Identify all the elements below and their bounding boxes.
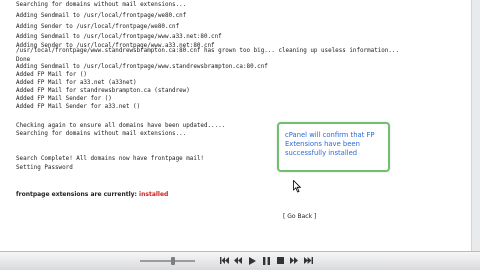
console-output: Searching for domains without mail exten…: [0, 0, 472, 252]
log-line: Checking again to ensure all domains hav…: [16, 123, 226, 129]
status-value: installed: [139, 191, 169, 198]
player-control-bar: [0, 251, 480, 270]
callout-annotation: cPanel will confirm that FP Extensions h…: [277, 122, 390, 172]
log-line: Added FP Mail for (): [16, 72, 87, 78]
fast-forward-icon[interactable]: [302, 255, 314, 266]
step-back-icon[interactable]: [232, 255, 244, 266]
pause-icon[interactable]: [260, 255, 272, 266]
log-line: Adding Sender to /usr/local/frontpage/we…: [16, 24, 180, 30]
log-line: /usr/local/frontpage/www.standrewsbrampt…: [16, 48, 400, 54]
log-line: Done: [16, 57, 31, 63]
callout-text: cPanel will confirm that FP Extensions h…: [285, 131, 375, 157]
status-line: frontpage extensions are currently: inst…: [16, 191, 168, 198]
seek-track[interactable]: [140, 260, 195, 262]
step-forward-icon[interactable]: [288, 255, 300, 266]
stop-icon[interactable]: [274, 255, 286, 266]
log-line: Search Complete! All domains now have fr…: [16, 156, 204, 162]
log-line: Added FP Mail for a33.net (a33net): [16, 80, 137, 86]
log-line: Setting Password: [16, 165, 73, 171]
rewind-icon[interactable]: [218, 255, 230, 266]
vertical-scrollbar[interactable]: [471, 0, 480, 252]
bracket-open: [: [283, 213, 286, 220]
log-line: Adding Sendmail to /usr/local/frontpage/…: [16, 13, 187, 19]
log-line: Added FP Mail Sender for (): [16, 96, 112, 102]
status-label: frontpage extensions are currently:: [16, 191, 137, 198]
log-line: Added FP Mail for standrewsbrampton.ca (…: [16, 88, 190, 94]
log-line: Adding Sendmail to /usr/local/frontpage/…: [16, 34, 222, 40]
go-back-link[interactable]: [ Go Back ]: [283, 213, 316, 220]
log-line: Searching for domains without mail exten…: [16, 131, 187, 137]
play-icon[interactable]: [246, 255, 258, 266]
log-line: Added FP Mail Sender for a33.net (): [16, 104, 141, 110]
seek-handle[interactable]: [171, 257, 175, 265]
log-line: Searching for domains without mail exten…: [16, 2, 187, 8]
log-line: Adding Sendmail to /usr/local/frontpage/…: [16, 64, 268, 70]
mouse-cursor-icon: [293, 180, 301, 193]
go-back-label[interactable]: Go Back: [287, 213, 312, 220]
bracket-close: ]: [313, 213, 317, 220]
